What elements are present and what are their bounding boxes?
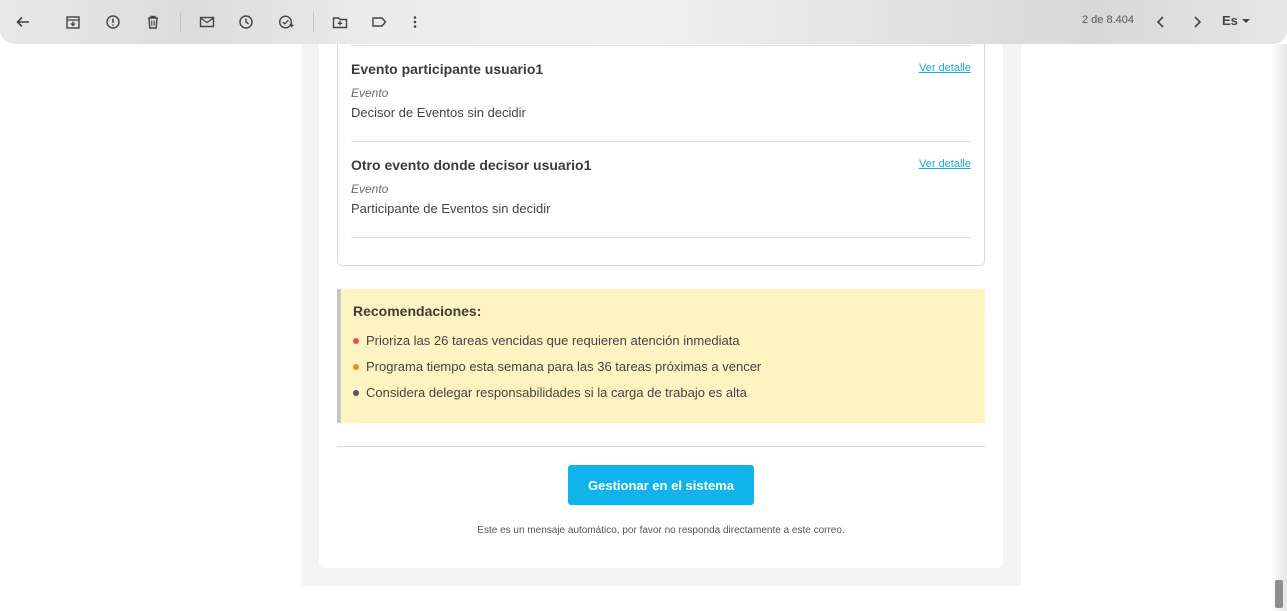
chevron-left-icon[interactable] bbox=[1149, 10, 1173, 34]
footer-note: Este es un mensaje automático, por favor… bbox=[477, 525, 845, 536]
mark-unread-icon[interactable] bbox=[195, 10, 219, 34]
list-item: Programa tiempo esta semana para las 36 … bbox=[353, 359, 761, 374]
event-divider bbox=[351, 237, 971, 238]
page-edge bbox=[1270, 44, 1287, 611]
event-type: Evento bbox=[351, 86, 389, 100]
email-toolbar: 2 de 8.404 Es bbox=[0, 0, 1287, 44]
event-title: Evento participante usuario1 bbox=[351, 61, 544, 77]
recommendations-title: Recomendaciones: bbox=[353, 303, 482, 319]
caret-down-icon bbox=[1241, 18, 1250, 23]
recommendation-text: Programa tiempo esta semana para las 36 … bbox=[366, 359, 762, 374]
view-detail-link[interactable]: Ver detalle bbox=[919, 158, 971, 170]
more-vert-icon[interactable] bbox=[403, 10, 427, 34]
bullet-icon bbox=[353, 363, 359, 370]
event-divider bbox=[351, 141, 971, 142]
bullet-icon bbox=[353, 337, 359, 344]
event-description: Decisor de Eventos sin decidir bbox=[351, 105, 526, 120]
message-counter: 2 de 8.404 bbox=[1082, 14, 1134, 26]
manage-in-system-button[interactable]: Gestionar en el sistema bbox=[568, 465, 754, 505]
add-task-icon[interactable] bbox=[274, 10, 298, 34]
event-description: Participante de Eventos sin decidir bbox=[351, 201, 551, 216]
language-selector[interactable]: Es bbox=[1222, 13, 1250, 28]
section-divider bbox=[337, 446, 985, 447]
list-item: Considera delegar responsabilidades si l… bbox=[353, 385, 747, 400]
event-type: Evento bbox=[351, 182, 389, 196]
language-label: Es bbox=[1222, 13, 1238, 28]
move-to-icon[interactable] bbox=[328, 10, 352, 34]
delete-icon[interactable] bbox=[141, 10, 165, 34]
archive-icon[interactable] bbox=[61, 10, 85, 34]
toolbar-separator bbox=[180, 12, 181, 32]
recommendation-text: Prioriza las 26 tareas vencidas que requ… bbox=[366, 333, 740, 348]
chevron-right-icon[interactable] bbox=[1185, 10, 1209, 34]
event-title: Otro evento donde decisor usuario1 bbox=[351, 157, 592, 173]
view-detail-link[interactable]: Ver detalle bbox=[919, 62, 971, 74]
list-item: Prioriza las 26 tareas vencidas que requ… bbox=[353, 333, 740, 348]
snooze-icon[interactable] bbox=[234, 10, 258, 34]
recommendation-text: Considera delegar responsabilidades si l… bbox=[366, 385, 747, 400]
bullet-icon bbox=[353, 389, 359, 396]
scrollbar-thumb[interactable] bbox=[1275, 580, 1283, 608]
events-panel bbox=[337, 44, 985, 266]
event-divider bbox=[351, 45, 971, 46]
report-spam-icon[interactable] bbox=[101, 10, 125, 34]
label-icon[interactable] bbox=[367, 10, 391, 34]
toolbar-separator bbox=[313, 12, 314, 32]
arrow-back-icon[interactable] bbox=[11, 10, 35, 34]
